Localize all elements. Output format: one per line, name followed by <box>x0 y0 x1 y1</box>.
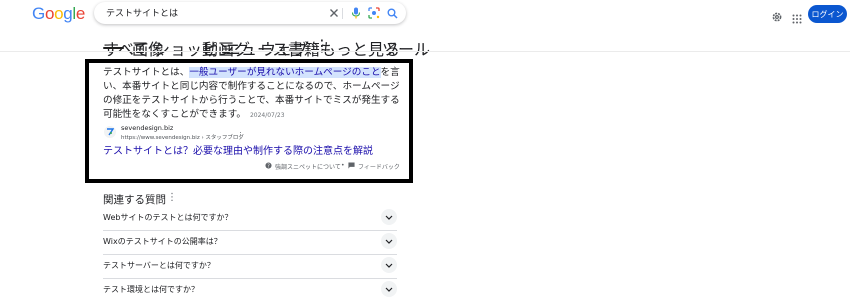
logo-letter: o <box>44 4 55 23</box>
paa-question[interactable]: テストサーバーとは何ですか？ <box>103 255 397 279</box>
paa-question-text: テスト環境とは何ですか？ <box>103 285 199 294</box>
settings-icon[interactable] <box>771 8 783 27</box>
search-divider <box>342 8 343 19</box>
snippet-date: 2024/07/23 <box>249 112 285 119</box>
paa-question-text: テストサーバーとは何ですか？ <box>103 261 215 270</box>
paa-question-text: Webサイトのテストとは何ですか？ <box>103 213 233 222</box>
search-input[interactable]: テストサイトとは <box>106 6 178 19</box>
search-icon[interactable] <box>384 5 400 21</box>
login-button[interactable]: ログイン <box>808 5 847 23</box>
paa-question-text: Wixのテストサイトの公開率は？ <box>103 237 222 246</box>
snippet-text-before: テストサイトとは、 <box>103 67 190 78</box>
paa-question[interactable]: Webサイトのテストとは何ですか？ <box>103 207 397 231</box>
chevron-down-icon[interactable] <box>381 233 397 249</box>
result-title-link[interactable]: テストサイトとは？必要な理由や制作する際の注意点を解説 <box>103 142 373 157</box>
logo-letter: G <box>32 4 45 23</box>
chevron-down-icon[interactable] <box>381 281 397 297</box>
feedback-icon <box>348 162 355 171</box>
site-name[interactable]: sevendesign.biz <box>121 124 173 132</box>
logo-letter: o <box>54 4 64 23</box>
tools-button[interactable]: ツール <box>382 36 430 60</box>
apps-grid-icon[interactable] <box>792 9 802 28</box>
help-icon: ? <box>265 162 272 171</box>
feedback-link[interactable]: フィードバック <box>348 162 400 171</box>
paa-question[interactable]: Wixのテストサイトの公開率は？ <box>103 231 397 255</box>
paa-title: 関連する質問 <box>103 194 166 206</box>
active-tab-indicator <box>103 47 124 49</box>
search-box[interactable]: テストサイトとは <box>94 2 406 24</box>
lens-icon[interactable] <box>366 5 382 21</box>
google-logo[interactable]: Google <box>32 4 85 24</box>
chevron-down-icon[interactable] <box>381 209 397 225</box>
site-favicon[interactable] <box>104 126 116 138</box>
about-snippet-link[interactable]: ? 強調スニペットについて <box>265 162 341 171</box>
site-url[interactable]: https://www.sevendesign.biz › スタッフブログ <box>121 133 244 141</box>
featured-snippet-text: テストサイトとは、一般ユーザーが見れないホームページのことを言い、本番サイトと同… <box>103 66 403 123</box>
header-divider <box>0 51 850 52</box>
result-options-icon[interactable]: ⋮ <box>237 131 244 139</box>
voice-search-icon[interactable] <box>348 5 364 21</box>
svg-text:?: ? <box>267 163 270 169</box>
logo-letter: e <box>75 4 86 23</box>
paa-options-icon[interactable]: ⋮ <box>167 192 177 203</box>
snippet-highlighted-text[interactable]: 一般ユーザーが見れないホームページのこと <box>189 67 381 78</box>
bullet-separator: • <box>341 162 345 169</box>
feedback-label: フィードバック <box>358 164 400 171</box>
chevron-down-icon[interactable] <box>381 257 397 273</box>
about-snippet-label: 強調スニペットについて <box>275 164 341 171</box>
clear-icon[interactable] <box>326 5 342 21</box>
paa-question[interactable]: テスト環境とは何ですか？ <box>103 279 397 300</box>
